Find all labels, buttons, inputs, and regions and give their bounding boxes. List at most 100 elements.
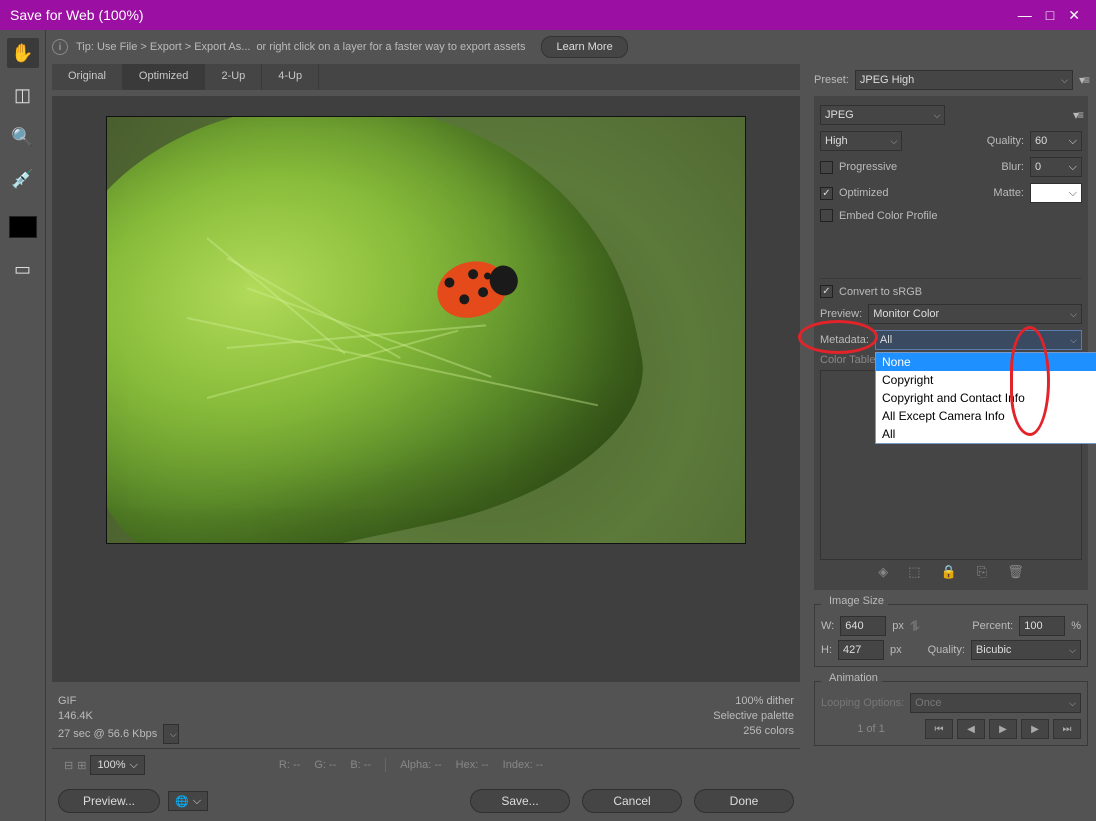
image-size-group: Image Size W: px ⥮ Percent: % H: px Qual… xyxy=(814,598,1088,667)
preview-select[interactable]: Monitor Color⌵ xyxy=(868,304,1082,324)
metadata-option-contact[interactable]: Copyright and Contact Info xyxy=(876,389,1096,407)
status-r: R: -- xyxy=(279,759,300,771)
preview-label: Preview: xyxy=(820,308,862,320)
preset-select[interactable]: JPEG High⌵ xyxy=(855,70,1073,90)
link-icon[interactable]: ⥮ xyxy=(910,618,920,635)
minimize-icon[interactable]: — xyxy=(1018,0,1032,30)
ct-lock-icon[interactable]: 🔒 xyxy=(941,564,957,580)
blur-label: Blur: xyxy=(1001,161,1024,173)
status-g: G: -- xyxy=(314,759,336,771)
learn-more-button[interactable]: Learn More xyxy=(541,36,627,58)
metadata-option-all[interactable]: All xyxy=(876,425,1096,443)
anim-play-icon[interactable]: ▶ xyxy=(989,719,1017,739)
metadata-dropdown-list: None Copyright Copyright and Contact Inf… xyxy=(875,352,1096,444)
status-index: Index: -- xyxy=(503,759,543,771)
anim-prev-icon[interactable]: ◀ xyxy=(957,719,985,739)
tab-2up[interactable]: 2-Up xyxy=(205,64,262,90)
status-hex: Hex: -- xyxy=(456,759,489,771)
zoom-icon[interactable]: 🔍 xyxy=(7,122,39,152)
anim-page: 1 of 1 xyxy=(821,723,921,735)
px-label: px xyxy=(892,620,904,632)
maximize-icon[interactable]: □ xyxy=(1046,0,1054,30)
ct-diamond-icon[interactable]: ◈ xyxy=(878,564,888,580)
preset-label: Preset: xyxy=(814,74,849,86)
width-input[interactable] xyxy=(840,616,886,636)
format-select[interactable]: JPEG⌵ xyxy=(820,105,945,125)
preview-button[interactable]: Preview... xyxy=(58,789,160,813)
status-bar: ⊟ ⊞ 100%⌵ R: -- G: -- B: -- Alpha: -- He… xyxy=(52,748,800,781)
loop-label: Looping Options: xyxy=(821,697,904,709)
resample-select[interactable]: Bicubic⌵ xyxy=(971,640,1081,660)
srgb-checkbox[interactable]: ✓Convert to sRGB xyxy=(820,285,922,298)
collapse-icon[interactable]: ⊟ xyxy=(64,759,73,772)
h-label: H: xyxy=(821,644,832,656)
tab-4up[interactable]: 4-Up xyxy=(262,64,319,90)
panel-menu-icon[interactable]: ▾≡ xyxy=(1079,73,1088,87)
tip-text-post: or right click on a layer for a faster w… xyxy=(256,41,525,53)
blur-input[interactable]: 0⌵ xyxy=(1030,157,1082,177)
matte-swatch[interactable]: ⌵ xyxy=(1030,183,1082,203)
ct-cube-icon[interactable]: ⬚ xyxy=(908,564,920,580)
hand-tool-icon[interactable]: ✋ xyxy=(7,38,39,68)
eyedropper-icon[interactable]: 💉 xyxy=(7,164,39,194)
metadata-select[interactable]: All⌵ xyxy=(875,330,1082,350)
height-input[interactable] xyxy=(838,640,884,660)
animation-group: Animation Looping Options: Once⌵ 1 of 1 … xyxy=(814,675,1088,746)
image-size-legend: Image Size xyxy=(825,595,888,607)
tab-original[interactable]: Original xyxy=(52,64,123,90)
ct-trash-icon[interactable]: 🗑 xyxy=(1007,564,1024,580)
optimized-checkbox[interactable]: ✓Optimized xyxy=(820,187,889,200)
anim-first-icon[interactable]: ⏮ xyxy=(925,719,953,739)
cancel-button[interactable]: Cancel xyxy=(582,789,682,813)
quality-preset-select[interactable]: High⌵ xyxy=(820,131,902,151)
left-toolbar: ✋ ◫ 🔍 💉 ▭ xyxy=(0,30,46,821)
embed-profile-checkbox[interactable]: Embed Color Profile xyxy=(820,209,937,222)
expand-icon[interactable]: ⊞ xyxy=(77,759,86,772)
status-b: B: -- xyxy=(350,759,371,771)
percent-input[interactable] xyxy=(1019,616,1065,636)
close-icon[interactable]: ✕ xyxy=(1068,0,1080,30)
info-palette: Selective palette xyxy=(713,709,794,724)
preview-tabs: Original Optimized 2-Up 4-Up xyxy=(52,64,800,90)
info-format: GIF xyxy=(58,694,179,709)
info-colors: 256 colors xyxy=(713,724,794,739)
metadata-option-copyright[interactable]: Copyright xyxy=(876,371,1096,389)
slice-tool-icon[interactable]: ◫ xyxy=(7,80,39,110)
metadata-option-except[interactable]: All Except Camera Info xyxy=(876,407,1096,425)
browser-preview-select[interactable]: 🌐⌵ xyxy=(168,791,208,811)
quality-input[interactable]: 60⌵ xyxy=(1030,131,1082,151)
info-icon: i xyxy=(52,39,68,55)
slice-visibility-icon[interactable]: ▭ xyxy=(7,254,39,284)
resample-label: Quality: xyxy=(928,644,965,656)
tip-bar: i Tip: Use File > Export > Export As... … xyxy=(46,30,806,64)
save-button[interactable]: Save... xyxy=(470,789,570,813)
ct-new-icon[interactable]: ⎘ xyxy=(977,564,987,580)
anim-last-icon[interactable]: ⏭ xyxy=(1053,719,1081,739)
format-menu-icon[interactable]: ▾≡ xyxy=(1073,108,1082,122)
preview-info: GIF 146.4K 27 sec @ 56.6 Kbps ⌵ 100% dit… xyxy=(46,688,806,744)
status-alpha: Alpha: -- xyxy=(400,759,442,771)
speed-dropdown[interactable]: ⌵ xyxy=(163,724,179,744)
done-button[interactable]: Done xyxy=(694,789,794,813)
anim-next-icon[interactable]: ▶ xyxy=(1021,719,1049,739)
window-titlebar: Save for Web (100%) — □ ✕ xyxy=(0,0,1096,30)
px-label-2: px xyxy=(890,644,902,656)
animation-legend: Animation xyxy=(825,672,882,684)
colortable-label: Color Table xyxy=(820,354,875,366)
window-title: Save for Web (100%) xyxy=(10,0,144,30)
info-dither: 100% dither xyxy=(713,694,794,709)
canvas-area[interactable] xyxy=(52,96,800,682)
quality-label: Quality: xyxy=(987,135,1024,147)
color-swatch[interactable] xyxy=(9,216,37,238)
settings-panel: Preset: JPEG High⌵ ▾≡ JPEG⌵ ▾≡ High⌵ Qua… xyxy=(806,30,1096,821)
w-label: W: xyxy=(821,620,834,632)
matte-label: Matte: xyxy=(993,187,1024,199)
tab-optimized[interactable]: Optimized xyxy=(123,64,206,90)
zoom-select[interactable]: 100%⌵ xyxy=(90,755,144,775)
info-time: 27 sec @ 56.6 Kbps xyxy=(58,727,157,742)
info-size: 146.4K xyxy=(58,709,179,724)
progressive-checkbox[interactable]: Progressive xyxy=(820,161,897,174)
loop-select: Once⌵ xyxy=(910,693,1081,713)
metadata-option-none[interactable]: None xyxy=(876,353,1096,371)
percent-label: Percent: xyxy=(972,620,1013,632)
